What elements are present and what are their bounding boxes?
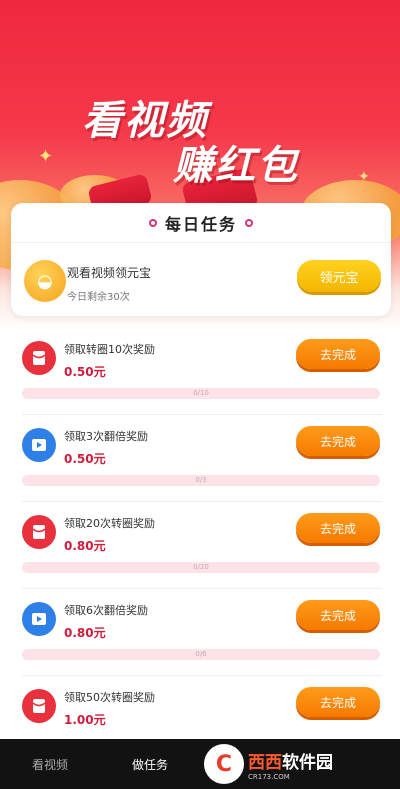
task-row: 领取50次转圈奖励 1.00元 去完成 (22, 677, 382, 739)
sparkle-icon: ✦ (38, 146, 54, 167)
task-reward: 0.50元 (64, 365, 106, 379)
gold-ingot-icon: ◒ (24, 260, 66, 302)
daily-task-name: 观看视频领元宝 (67, 266, 152, 280)
tab-watch-video[interactable]: 看视频 (0, 756, 100, 773)
task-name: 领取20次转圈奖励 (64, 517, 155, 530)
watermark-text1: 西西 (248, 752, 282, 773)
watermark-logo-icon: C (204, 744, 244, 784)
collect-ingot-button[interactable]: 领元宝 (297, 260, 381, 292)
red-envelope-icon (22, 341, 56, 375)
task-reward: 0.80元 (64, 539, 106, 553)
watermark: C 西西软件园 CR173.COM (198, 739, 394, 789)
tab-do-tasks[interactable]: 做任务 (100, 756, 200, 773)
dot-icon (148, 218, 157, 227)
daily-task-remaining: 今日剩余30次 (67, 292, 130, 303)
task-row: 领取6次翻倍奖励 0.80元 去完成 0/6 (22, 590, 382, 676)
task-progress-bar: 0/3 (22, 475, 380, 486)
daily-task-header: 每日任务 (11, 203, 391, 243)
go-complete-button[interactable]: 去完成 (296, 687, 380, 717)
red-envelope-icon (22, 689, 56, 723)
task-name: 领取转圈10次奖励 (64, 343, 155, 356)
watermark-text2: 软件园 (282, 752, 333, 773)
watermark-text-block: 西西软件园 CR173.COM (248, 748, 333, 781)
video-play-icon (22, 602, 56, 636)
task-progress-text: 0/10 (193, 389, 209, 397)
go-complete-button[interactable]: 去完成 (296, 426, 380, 456)
sparkle-icon: ✦ (358, 169, 370, 185)
go-complete-button[interactable]: 去完成 (296, 600, 380, 630)
task-row: 领取转圈10次奖励 0.50元 去完成 0/10 (22, 329, 382, 415)
task-progress-bar: 0/20 (22, 562, 380, 573)
red-envelope-icon (22, 515, 56, 549)
task-name: 领取6次翻倍奖励 (64, 604, 148, 617)
task-reward: 0.50元 (64, 452, 106, 466)
task-reward: 0.80元 (64, 626, 106, 640)
go-complete-button[interactable]: 去完成 (296, 339, 380, 369)
go-complete-button[interactable]: 去完成 (296, 513, 380, 543)
task-row: 领取20次转圈奖励 0.80元 去完成 0/20 (22, 503, 382, 589)
task-progress-text: 0/6 (195, 650, 207, 658)
task-row: 领取3次翻倍奖励 0.50元 去完成 0/3 (22, 416, 382, 502)
task-progress-text: 0/20 (193, 563, 209, 571)
daily-task-title: 每日任务 (164, 214, 237, 234)
watermark-sub: CR173.COM (248, 772, 290, 781)
hero-title-line2: 赚红包 (173, 143, 299, 189)
task-name: 领取50次转圈奖励 (64, 691, 155, 704)
task-progress-bar: 0/6 (22, 649, 380, 660)
daily-task-card: 每日任务 ◒ 观看视频领元宝 今日剩余30次 领元宝 (11, 203, 391, 316)
video-play-icon (22, 428, 56, 462)
task-progress-bar: 0/10 (22, 388, 380, 399)
task-progress-text: 0/3 (195, 476, 207, 484)
task-reward: 1.00元 (64, 713, 106, 727)
task-name: 领取3次翻倍奖励 (64, 430, 148, 443)
dot-icon (245, 218, 253, 227)
